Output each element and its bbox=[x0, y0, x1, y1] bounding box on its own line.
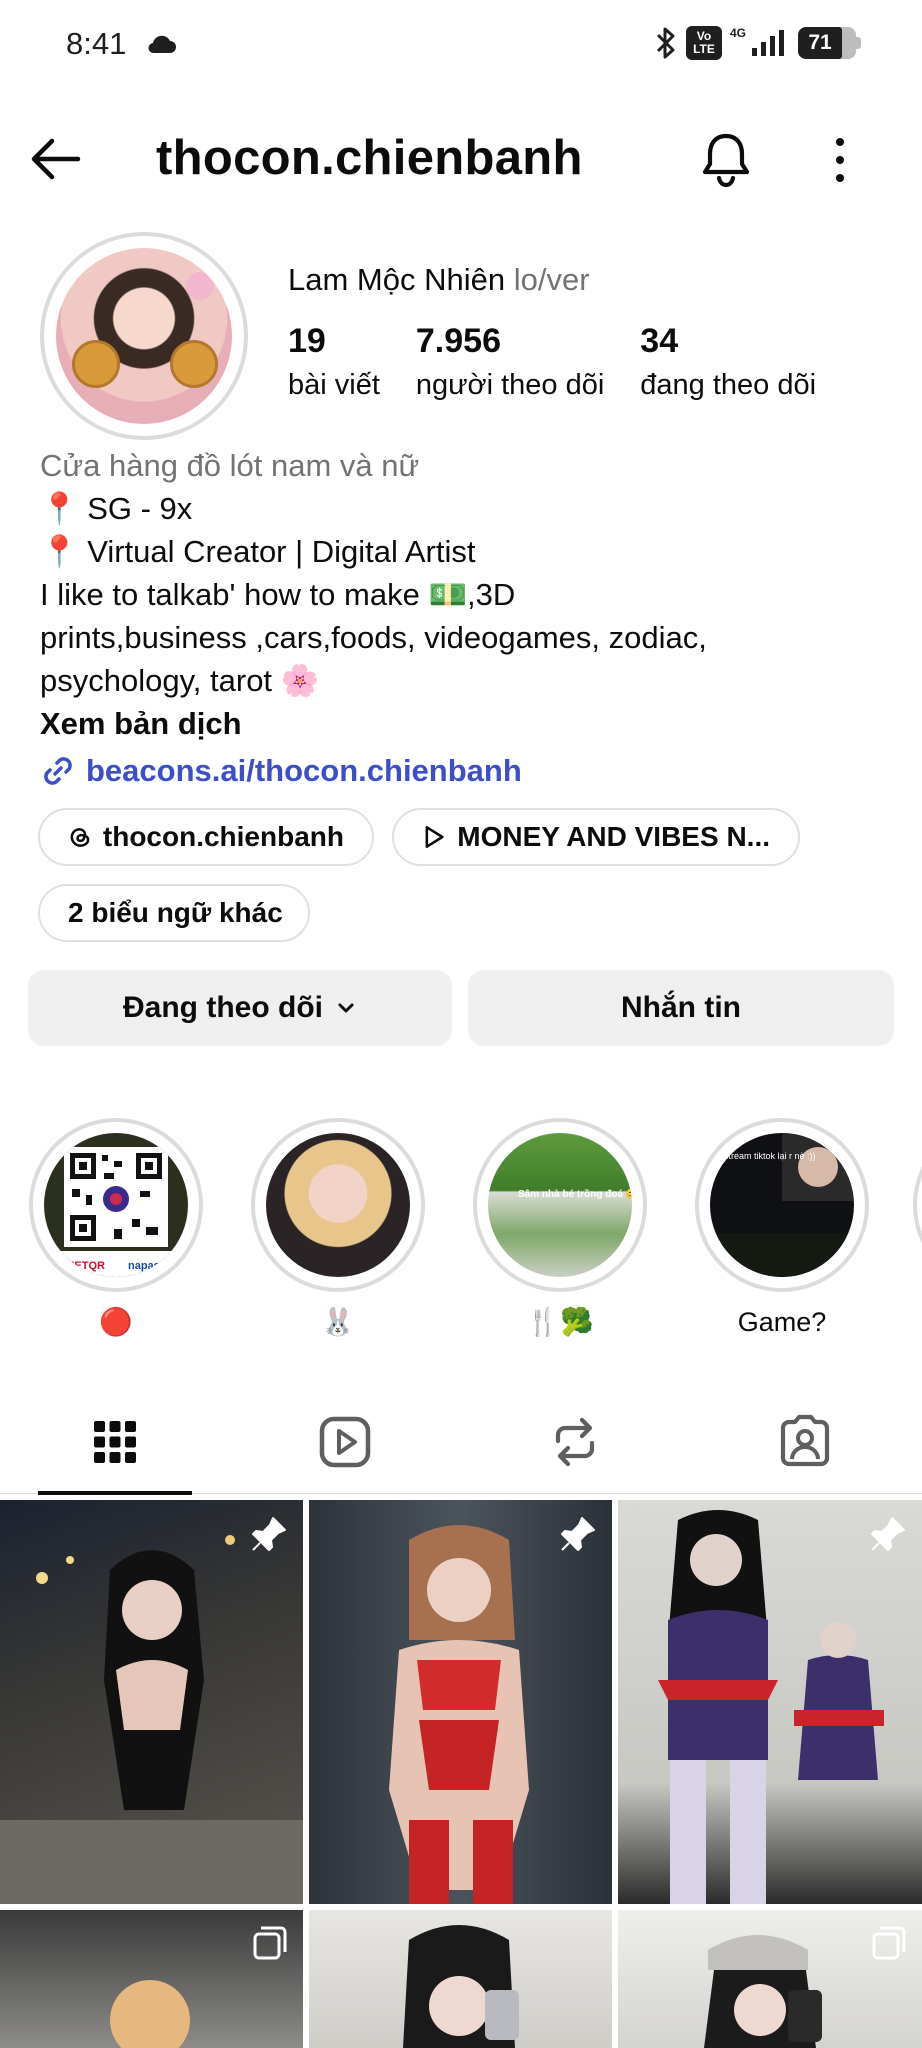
stat-posts-label: bài viết bbox=[288, 369, 380, 401]
highlight-label: Game? bbox=[737, 1307, 827, 1337]
avatar[interactable] bbox=[40, 232, 248, 440]
page-title-username: thocon.chienbanh bbox=[156, 131, 583, 185]
threads-icon bbox=[70, 828, 90, 847]
highlight-item[interactable]: 🐰 bbox=[248, 1118, 428, 1342]
post-thumbnail[interactable] bbox=[309, 1910, 612, 2048]
profile-page: 8:41 Vo LTE 4G 71 thocon.chienbanh Lam M… bbox=[0, 0, 922, 2048]
game-thumbnail: stream tiktok lại r nè :)) bbox=[710, 1133, 854, 1277]
highlight-label: 🐰 bbox=[321, 1307, 355, 1337]
highlight-label: 🍴🥦 bbox=[526, 1307, 594, 1337]
more-banners-chip[interactable]: 2 biểu ngữ khác bbox=[38, 884, 310, 942]
post-thumbnail[interactable] bbox=[0, 1910, 303, 2048]
post-grid bbox=[0, 1500, 922, 2048]
post-thumbnail[interactable] bbox=[0, 1500, 303, 1904]
carousel-icon bbox=[872, 1926, 906, 1960]
signal-icon bbox=[752, 30, 784, 56]
reels-icon bbox=[319, 1416, 371, 1468]
more-banners-label: 2 biểu ngữ khác bbox=[68, 897, 283, 928]
threads-chip-label: thocon.chienbanh bbox=[102, 821, 344, 852]
back-arrow-icon[interactable] bbox=[28, 136, 82, 182]
tab-reels[interactable] bbox=[230, 1390, 460, 1494]
music-chip-label: MONEY AND VIBES N... bbox=[457, 821, 770, 852]
stat-followers-label: người theo dõi bbox=[415, 369, 605, 401]
tab-posts[interactable] bbox=[0, 1390, 230, 1495]
highlight-label: 🔴 bbox=[99, 1307, 133, 1337]
battery-level: 71 bbox=[808, 31, 832, 54]
music-chip[interactable]: MONEY AND VIBES N... bbox=[392, 808, 800, 866]
tab-reposts[interactable] bbox=[460, 1390, 690, 1494]
profile-bio: Cửa hàng đồ lót nam và nữ 📍 SG - 9x 📍 Vi… bbox=[40, 444, 890, 792]
following-button[interactable]: Đang theo dõi bbox=[28, 970, 452, 1046]
message-button[interactable]: Nhắn tin bbox=[468, 970, 894, 1046]
highlight-item-partial[interactable] bbox=[910, 1118, 922, 1292]
threads-chip[interactable]: thocon.chienbanh bbox=[38, 808, 374, 866]
full-name: Lam Mộc Nhiên bbox=[288, 262, 506, 297]
carousel-icon bbox=[253, 1926, 287, 1960]
tab-tagged[interactable] bbox=[690, 1390, 920, 1494]
reposts-icon bbox=[555, 1417, 595, 1467]
bio-line: 📍 SG - 9x bbox=[40, 491, 193, 526]
qr-code-thumbnail: VIETQR napas 24 bbox=[44, 1133, 188, 1277]
profile-actions: Đang theo dõi Nhắn tin bbox=[28, 970, 894, 1046]
stat-posts[interactable]: 19 bài viết bbox=[288, 322, 380, 402]
bio-line: psychology, tarot 🌸 bbox=[40, 663, 320, 698]
bio-line: prints,business ,cars,foods, videogames,… bbox=[40, 620, 707, 655]
bio-link-text: beacons.ai/thocon.chienbanh bbox=[86, 753, 522, 788]
stat-followers-count: 7.956 bbox=[415, 322, 501, 360]
stat-following-label: đang theo dõi bbox=[640, 369, 817, 401]
stat-followers[interactable]: 7.956 người theo dõi bbox=[416, 322, 604, 402]
portrait-thumbnail bbox=[266, 1133, 410, 1277]
grid-icon bbox=[94, 1421, 136, 1463]
highlight-item[interactable]: Sâm nhà bé trồng đoá 😊 🍴🥦 bbox=[470, 1118, 650, 1342]
bio-link[interactable]: beacons.ai/thocon.chienbanh bbox=[40, 749, 890, 792]
qr-brand-right: napas 24 bbox=[128, 1260, 176, 1272]
pin-icon bbox=[561, 1517, 595, 1551]
message-button-label: Nhắn tin bbox=[621, 991, 741, 1024]
pin-icon bbox=[871, 1517, 905, 1551]
following-button-label: Đang theo dõi bbox=[123, 991, 323, 1024]
status-time: 8:41 bbox=[66, 26, 127, 61]
game-caption: stream tiktok lại r nè :)) bbox=[724, 1151, 816, 1161]
volte-bottom-text: LTE bbox=[693, 42, 715, 56]
cloud-icon bbox=[148, 35, 176, 54]
profile-stats: 19 bài viết 7.956 người theo dõi 34 đang… bbox=[288, 322, 852, 402]
battery-icon: 71 bbox=[798, 27, 861, 59]
status-bar: 8:41 Vo LTE 4G 71 bbox=[0, 0, 922, 92]
tagged-icon bbox=[780, 1414, 830, 1467]
food-caption: Sâm nhà bé trồng đoá 😊 bbox=[518, 1188, 632, 1200]
bio-line: I like to talkab' how to make 💵,3D bbox=[40, 577, 516, 612]
post-thumbnail[interactable] bbox=[618, 1500, 922, 1904]
pin-icon bbox=[252, 1517, 286, 1551]
bio-category: Cửa hàng đồ lót nam và nữ bbox=[40, 448, 420, 483]
see-translation-link[interactable]: Xem bản dịch bbox=[40, 702, 890, 745]
stat-following-count: 34 bbox=[640, 322, 679, 360]
profile-header: thocon.chienbanh bbox=[0, 120, 922, 202]
highlight-item[interactable]: stream tiktok lại r nè :)) Game? bbox=[692, 1118, 872, 1342]
pronouns: lo/ver bbox=[513, 262, 590, 297]
bell-icon[interactable] bbox=[700, 130, 752, 188]
food-thumbnail: Sâm nhà bé trồng đoá 😊 bbox=[488, 1133, 632, 1277]
link-icon bbox=[44, 756, 72, 785]
network-type: 4G bbox=[729, 26, 746, 40]
active-tab-indicator bbox=[38, 1491, 192, 1495]
volte-badge: Vo LTE bbox=[685, 26, 722, 60]
qr-brand-left: VIETQR bbox=[64, 1260, 105, 1272]
status-icons: Vo LTE 4G 71 bbox=[654, 26, 861, 60]
chevron-down-icon bbox=[338, 1003, 354, 1013]
stat-posts-count: 19 bbox=[288, 322, 326, 360]
profile-tabs bbox=[0, 1390, 922, 1495]
bluetooth-icon bbox=[656, 27, 675, 59]
post-thumbnail[interactable] bbox=[618, 1910, 922, 2048]
story-highlights: VIETQR napas 24 🔴 🐰 Sâm nhà bé trồng đoá… bbox=[0, 1118, 922, 1348]
stat-following[interactable]: 34 đang theo dõi bbox=[640, 322, 816, 402]
avatar-image bbox=[56, 248, 232, 424]
bio-line: 📍 Virtual Creator | Digital Artist bbox=[40, 534, 476, 569]
more-vertical-icon[interactable] bbox=[828, 134, 852, 186]
post-thumbnail[interactable] bbox=[309, 1500, 612, 1904]
profile-name-row: Lam Mộc Nhiên lo/ver bbox=[288, 262, 590, 298]
highlight-item[interactable]: VIETQR napas 24 🔴 bbox=[26, 1118, 206, 1342]
play-icon bbox=[425, 826, 444, 848]
